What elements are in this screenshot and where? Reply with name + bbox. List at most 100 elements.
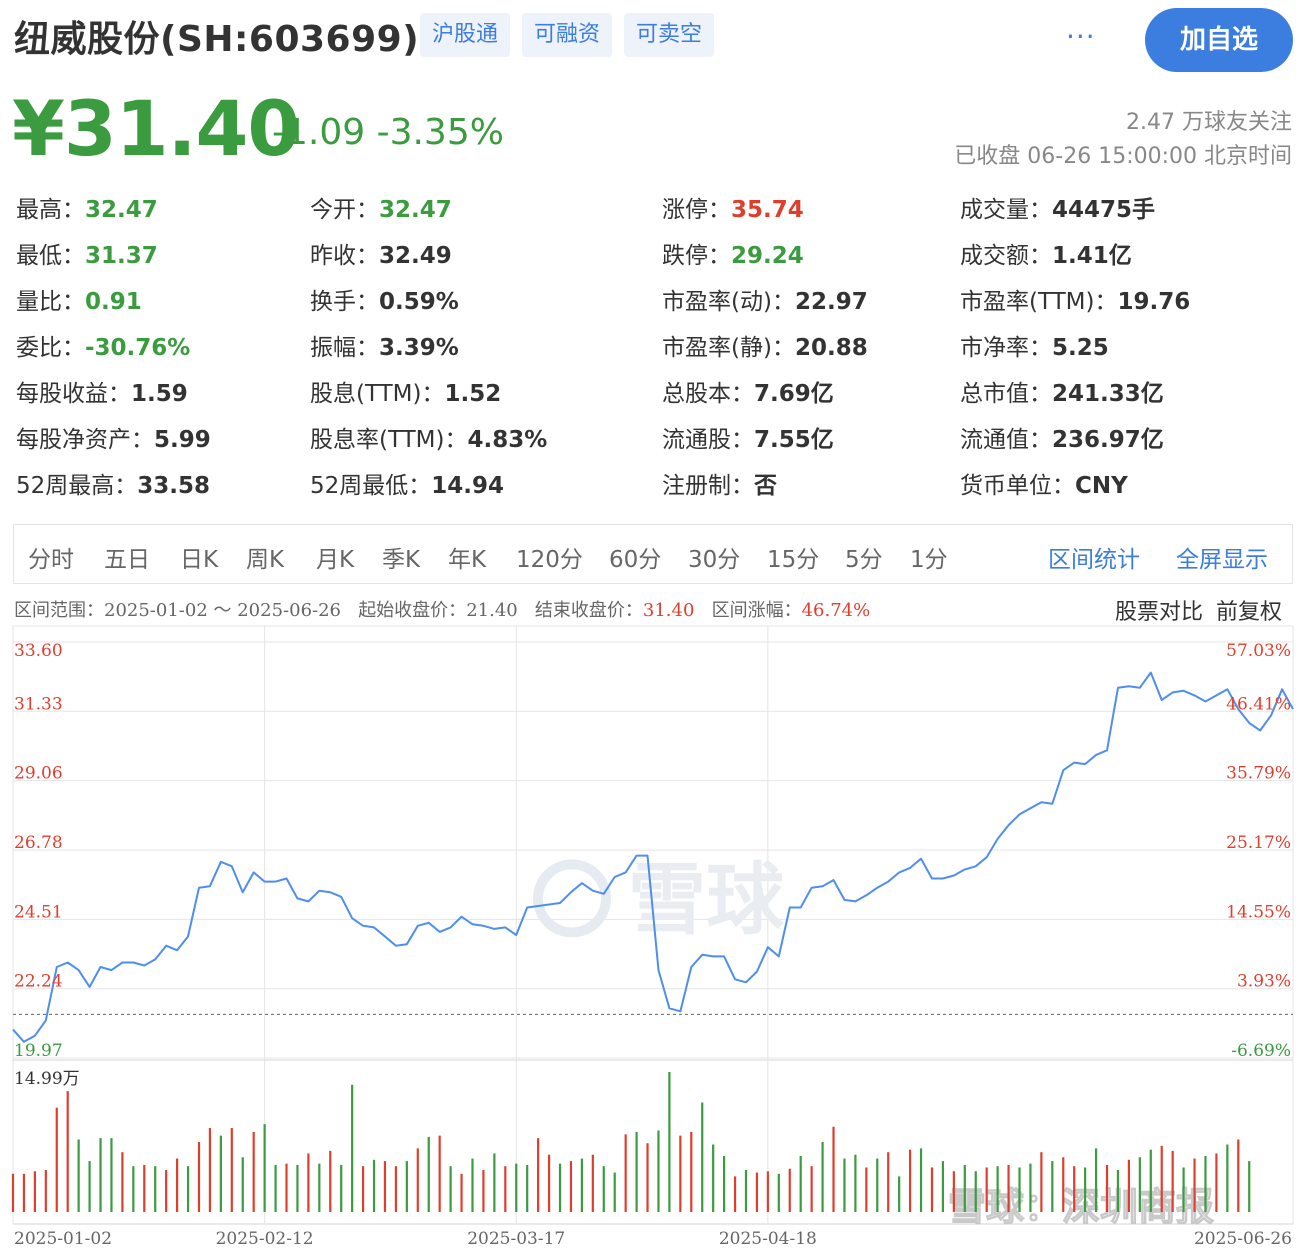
stats-col-2-row: 股息(TTM)：1.52 <box>310 374 501 408</box>
stats-col-4-row: 总市值：241.33亿 <box>960 374 1164 408</box>
tab-weekly-k[interactable]: 周K <box>246 540 284 574</box>
tab-15min[interactable]: 15分 <box>767 540 819 574</box>
stats-col-2-row: 今开：32.47 <box>310 190 452 224</box>
stat-value: 0.91 <box>85 289 142 315</box>
stat-label: 换手： <box>310 289 379 315</box>
market-status-time: 已收盘 06-26 15:00:00 北京时间 <box>954 144 1292 169</box>
stat-label: 市盈率(动)： <box>662 289 795 315</box>
stat-label: 昨收： <box>310 243 379 269</box>
stats-col-3-row: 跌停：29.24 <box>662 236 804 270</box>
stats-col-3-row: 市盈率(静)：20.88 <box>662 328 868 362</box>
stats-col-1-row: 每股净资产：5.99 <box>16 420 211 454</box>
stat-value: 5.25 <box>1052 335 1109 361</box>
stat-value: 5.99 <box>154 427 211 453</box>
y-left-tick-label: 33.60 <box>14 641 63 661</box>
stat-value: 32.47 <box>85 197 158 223</box>
y-right-tick-label: 35.79% <box>1226 764 1291 784</box>
stat-value: CNY <box>1075 473 1128 499</box>
tab-yearly-k[interactable]: 年K <box>448 540 486 574</box>
stats-col-2-row: 股息率(TTM)：4.83% <box>310 420 547 454</box>
corner-watermark: 雪球：深圳商报 <box>948 1184 1214 1229</box>
range-stats-button[interactable]: 区间统计 <box>1048 540 1140 574</box>
stats-col-4-row: 成交量：44475手 <box>960 190 1155 224</box>
range-value: 2025-01-02 ～ 2025-06-26 <box>104 600 342 621</box>
more-options-icon[interactable]: ··· <box>1066 20 1096 53</box>
y-left-tick-label: 29.06 <box>14 764 63 784</box>
stat-value: 3.39% <box>379 335 459 361</box>
stats-col-3-row: 注册制：否 <box>662 466 777 500</box>
range-change-label: 区间涨幅： <box>711 600 802 621</box>
tab-60min[interactable]: 60分 <box>609 540 661 574</box>
y-right-tick-label: 46.41% <box>1226 694 1291 714</box>
stat-label: 今开： <box>310 197 379 223</box>
price-volume-chart[interactable]: 雪球雪球：深圳商报 33.60 31.33 29.06 26.78 24.51 22.24… <box>0 620 1308 1248</box>
tab-30min[interactable]: 30分 <box>688 540 740 574</box>
stat-label: 货币单位： <box>960 473 1075 499</box>
tag-short-selling[interactable]: 可卖空 <box>624 13 715 57</box>
range-change-value: 46.74% <box>801 600 871 621</box>
tag-shanghai-connect[interactable]: 沪股通 <box>420 13 511 57</box>
stat-value: 否 <box>754 473 777 499</box>
stat-value: 1.59 <box>131 381 188 407</box>
y-left-tick-label: 19.97 <box>14 1041 63 1061</box>
stat-value: 1.52 <box>444 381 502 407</box>
tag-margin-financing[interactable]: 可融资 <box>522 13 613 57</box>
tab-120min[interactable]: 120分 <box>516 540 583 574</box>
stat-label: 市净率： <box>960 335 1052 361</box>
tab-1min[interactable]: 1分 <box>910 540 948 574</box>
stat-value: 236.97亿 <box>1052 427 1164 453</box>
stat-label: 振幅： <box>310 335 379 361</box>
volume-bars <box>11 1072 1251 1212</box>
start-close-label: 起始收盘价： <box>358 600 467 621</box>
stock-title: 纽威股份(SH:603699) <box>14 19 420 60</box>
y-right-tick-label: 3.93% <box>1237 972 1291 992</box>
x-tick-label: 2025-03-17 <box>467 1229 565 1248</box>
tab-daily-k[interactable]: 日K <box>180 540 218 574</box>
tab-quarterly-k[interactable]: 季K <box>382 540 420 574</box>
stat-value: 14.94 <box>431 473 505 499</box>
stat-value: 241.33亿 <box>1052 381 1164 407</box>
price-change: -1.09 -3.35% <box>272 112 504 153</box>
stats-col-1-row: 最低：31.37 <box>16 236 158 270</box>
tab-5min[interactable]: 5分 <box>845 540 883 574</box>
stat-label: 最高： <box>16 197 85 223</box>
stats-col-3-row: 总股本：7.69亿 <box>662 374 834 408</box>
stats-col-2-row: 52周最低：14.94 <box>310 466 504 500</box>
end-close-value: 31.40 <box>642 600 695 621</box>
stat-value: 29.24 <box>731 243 804 269</box>
stat-value: 19.76 <box>1117 289 1191 315</box>
stat-value: 7.55亿 <box>754 427 834 453</box>
stat-label: 最低： <box>16 243 85 269</box>
stat-label: 涨停： <box>662 197 731 223</box>
stat-label: 总市值： <box>960 381 1052 407</box>
stats-col-1-row: 量比：0.91 <box>16 282 142 316</box>
x-tick-label: 2025-02-12 <box>216 1229 314 1248</box>
y-right-tick-label: 25.17% <box>1226 833 1291 853</box>
stats-col-2-row: 换手：0.59% <box>310 282 459 316</box>
x-tick-label: 2025-01-02 <box>14 1229 112 1248</box>
y-right-tick-label: -6.69% <box>1231 1041 1291 1061</box>
stat-label: 每股收益： <box>16 381 131 407</box>
stat-label: 52周最高： <box>16 473 138 499</box>
stats-col-1-row: 52周最高：33.58 <box>16 466 210 500</box>
followers-count: 2.47 万球友关注 <box>1126 110 1292 135</box>
stat-value: 44475手 <box>1052 197 1156 223</box>
stat-label: 52周最低： <box>310 473 432 499</box>
stat-value: 32.47 <box>379 197 452 223</box>
volume-max-label: 14.99万 <box>14 1069 80 1089</box>
stat-label: 每股净资产： <box>16 427 154 453</box>
add-to-watchlist-button[interactable]: 加自选 <box>1145 8 1293 72</box>
stat-label: 市盈率(TTM)： <box>960 289 1118 315</box>
tab-monthly-k[interactable]: 月K <box>316 540 354 574</box>
start-close-value: 21.40 <box>466 600 518 621</box>
stat-value: 20.88 <box>794 335 868 361</box>
tab-five-day[interactable]: 五日 <box>104 540 150 574</box>
current-price: ¥31.40 <box>12 84 300 173</box>
stats-col-1-row: 委比：-30.76% <box>16 328 190 362</box>
fullscreen-button[interactable]: 全屏显示 <box>1176 540 1268 574</box>
tab-intraday[interactable]: 分时 <box>28 540 74 574</box>
y-left-tick-label: 26.78 <box>14 833 63 853</box>
stat-label: 量比： <box>16 289 85 315</box>
stat-label: 流通股： <box>662 427 754 453</box>
y-left-tick-label: 31.33 <box>14 694 63 714</box>
